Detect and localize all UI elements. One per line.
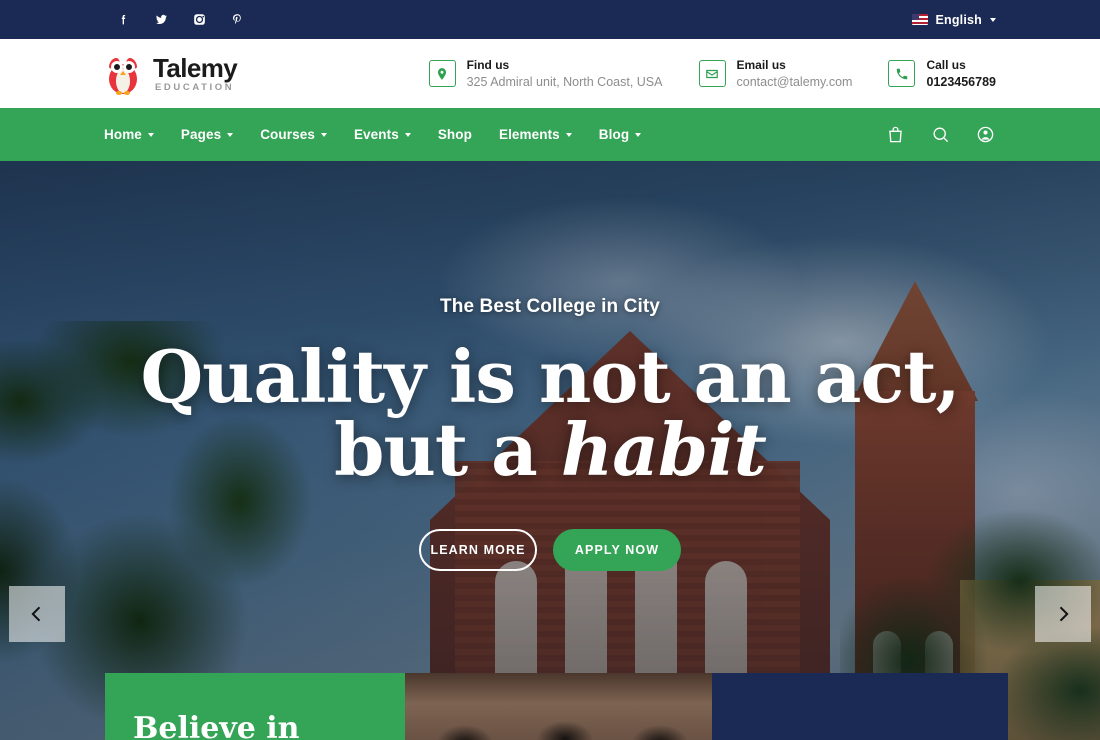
- nav-item-events[interactable]: Events: [354, 127, 411, 142]
- hero-subtitle: The Best College in City: [440, 296, 660, 317]
- contact-label: Find us: [466, 58, 510, 73]
- logo-tagline: EDUCATION: [155, 81, 235, 93]
- nav-item-label: Shop: [437, 127, 472, 142]
- learn-more-button[interactable]: LEARN MORE: [419, 528, 537, 571]
- envelope-icon: [698, 60, 726, 87]
- apply-now-button[interactable]: APPLY NOW: [553, 528, 681, 571]
- contact-email-us: Email us contact@talemy.com: [698, 56, 853, 91]
- nav-item-blog[interactable]: Blog: [598, 127, 642, 142]
- hero-title-line-2: but a habit: [140, 413, 959, 486]
- promo-panel-title: Believe in: [133, 711, 300, 740]
- user-account-icon[interactable]: [974, 124, 996, 146]
- owl-icon: [109, 57, 137, 95]
- nav-item-label: Courses: [260, 127, 315, 142]
- search-icon[interactable]: [929, 124, 951, 146]
- page-root: English Talemy EDUCATION Find us 325 Adm…: [0, 0, 1100, 740]
- contact-value[interactable]: 0123456789: [926, 74, 996, 91]
- chevron-down-icon: [635, 132, 642, 137]
- chevron-right-icon: [1059, 606, 1069, 622]
- slider-next-button[interactable]: [1035, 586, 1091, 642]
- nav-item-shop[interactable]: Shop: [438, 127, 472, 142]
- hero-title: Quality is not an act, but a habit: [140, 334, 960, 487]
- nav-item-courses[interactable]: Courses: [260, 127, 327, 142]
- nav-item-label: Pages: [180, 127, 222, 142]
- hero-slider: The Best College in City Quality is not …: [0, 161, 1100, 740]
- logo-name: Talemy: [153, 52, 238, 83]
- nav-item-pages[interactable]: Pages: [180, 127, 234, 142]
- contact-call-us: Call us 0123456789: [888, 56, 996, 91]
- nav-item-label: Home: [104, 127, 142, 142]
- chevron-down-icon: [404, 132, 411, 137]
- hero-title-line-1: Quality is not an act,: [140, 334, 960, 419]
- nav-menu: Home Pages Courses Events Shop Elements: [104, 127, 642, 142]
- top-bar: English: [0, 0, 1100, 39]
- chevron-left-icon: [31, 606, 41, 622]
- facebook-icon[interactable]: [114, 11, 132, 29]
- main-navigation: Home Pages Courses Events Shop Elements: [0, 108, 1100, 161]
- promo-panels: Believe in: [0, 673, 1100, 740]
- slider-prev-button[interactable]: [9, 586, 65, 642]
- logo[interactable]: Talemy EDUCATION: [104, 52, 238, 95]
- hero-cta-buttons: LEARN MORE APPLY NOW: [419, 528, 681, 571]
- nav-item-label: Elements: [498, 127, 560, 142]
- nav-item-elements[interactable]: Elements: [499, 127, 572, 142]
- promo-panel-green[interactable]: Believe in: [105, 673, 405, 740]
- map-pin-icon: [428, 60, 456, 87]
- site-header: Talemy EDUCATION Find us 325 Admiral uni…: [0, 39, 1100, 108]
- language-label: English: [935, 12, 982, 27]
- hero-content: The Best College in City Quality is not …: [0, 161, 1100, 740]
- nav-item-label: Blog: [598, 127, 630, 142]
- hero-title-line-2-plain: but a: [334, 407, 561, 493]
- header-contacts: Find us 325 Admiral unit, North Coast, U…: [428, 56, 996, 91]
- language-selector[interactable]: English: [912, 13, 996, 27]
- promo-panel-navy[interactable]: [712, 673, 1008, 740]
- phone-icon: [888, 60, 916, 87]
- chevron-down-icon: [565, 132, 572, 137]
- nav-actions: [884, 124, 996, 146]
- contact-value: 325 Admiral unit, North Coast, USA: [466, 75, 663, 90]
- chevron-down-icon: [990, 17, 996, 22]
- us-flag-icon: [912, 14, 929, 25]
- hero-title-line-2-italic: habit: [560, 407, 767, 493]
- chevron-down-icon: [320, 132, 327, 137]
- contact-value[interactable]: contact@talemy.com: [737, 74, 853, 91]
- chevron-down-icon: [147, 132, 154, 137]
- contact-label: Call us: [926, 58, 966, 73]
- contact-find-us: Find us 325 Admiral unit, North Coast, U…: [428, 56, 663, 91]
- contact-label: Email us: [736, 58, 786, 73]
- nav-item-home[interactable]: Home: [104, 127, 154, 142]
- pinterest-icon[interactable]: [228, 11, 246, 29]
- chevron-down-icon: [227, 132, 234, 137]
- nav-item-label: Events: [353, 127, 399, 142]
- promo-panel-image[interactable]: [405, 673, 712, 740]
- social-links: [114, 11, 246, 29]
- twitter-icon[interactable]: [152, 11, 170, 29]
- shopping-bag-icon[interactable]: [884, 124, 906, 146]
- instagram-icon[interactable]: [190, 11, 208, 29]
